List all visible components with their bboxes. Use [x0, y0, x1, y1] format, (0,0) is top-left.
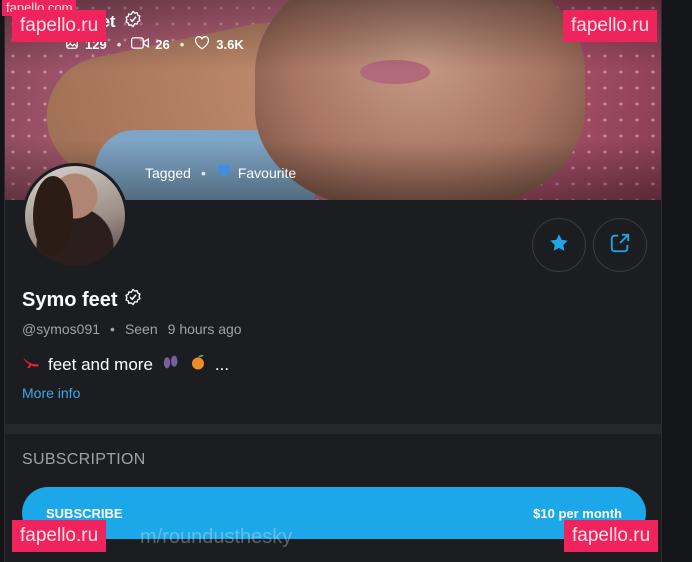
blue-heart-icon: [216, 164, 232, 181]
profile-card: ← eet ⋮ 129 • 26 •: [4, 0, 662, 562]
profile-handle: @symos091: [22, 321, 101, 337]
video-icon: [131, 36, 150, 53]
share-icon: [609, 232, 631, 259]
profile-meta: @symos091 • Seen 9 hours ago: [22, 321, 242, 337]
likes-stat[interactable]: 3.6K: [194, 36, 244, 53]
subscription-title: SUBSCRIPTION: [22, 451, 146, 468]
more-info-link[interactable]: More info: [22, 385, 80, 401]
seen-label: Seen: [124, 321, 158, 337]
subscribe-price: $10 per month: [533, 505, 622, 521]
subscribe-button[interactable]: SUBSCRIBE $10 per month: [22, 487, 646, 539]
verified-check-icon: [124, 10, 142, 33]
heart-icon: [194, 36, 210, 53]
watermark-bottom-right: fapello.ru: [564, 520, 659, 552]
share-button[interactable]: [593, 218, 647, 272]
verified-check-icon: [124, 288, 142, 312]
avatar[interactable]: [22, 163, 128, 269]
watermark-bottom-left: fapello.ru: [12, 520, 107, 552]
profile-bio: feet and more ...: [22, 353, 229, 376]
bio-ellipsis: ...: [214, 354, 230, 374]
star-icon: [548, 232, 570, 259]
favourite-tab[interactable]: Favourite: [216, 164, 296, 181]
bio-text: feet and more: [48, 354, 153, 374]
footprints-icon: [161, 354, 181, 375]
subscribe-label: SUBSCRIBE: [46, 505, 123, 521]
section-divider: [5, 424, 661, 434]
favorite-star-button[interactable]: [532, 218, 586, 272]
cover-tabs: Tagged • Favourite: [145, 164, 297, 181]
high-heel-icon: [22, 354, 40, 375]
watermark-url: m/roundusthesky: [140, 526, 293, 548]
peach-icon: [189, 353, 207, 376]
profile-name: Symo feet: [22, 288, 142, 312]
watermark-top-left: fapello.ru: [12, 10, 107, 42]
tagged-tab[interactable]: Tagged: [145, 165, 191, 181]
seen-time: 9 hours ago: [167, 321, 242, 337]
watermark-top-right: fapello.ru: [563, 10, 658, 42]
videos-stat[interactable]: 26: [131, 36, 170, 53]
